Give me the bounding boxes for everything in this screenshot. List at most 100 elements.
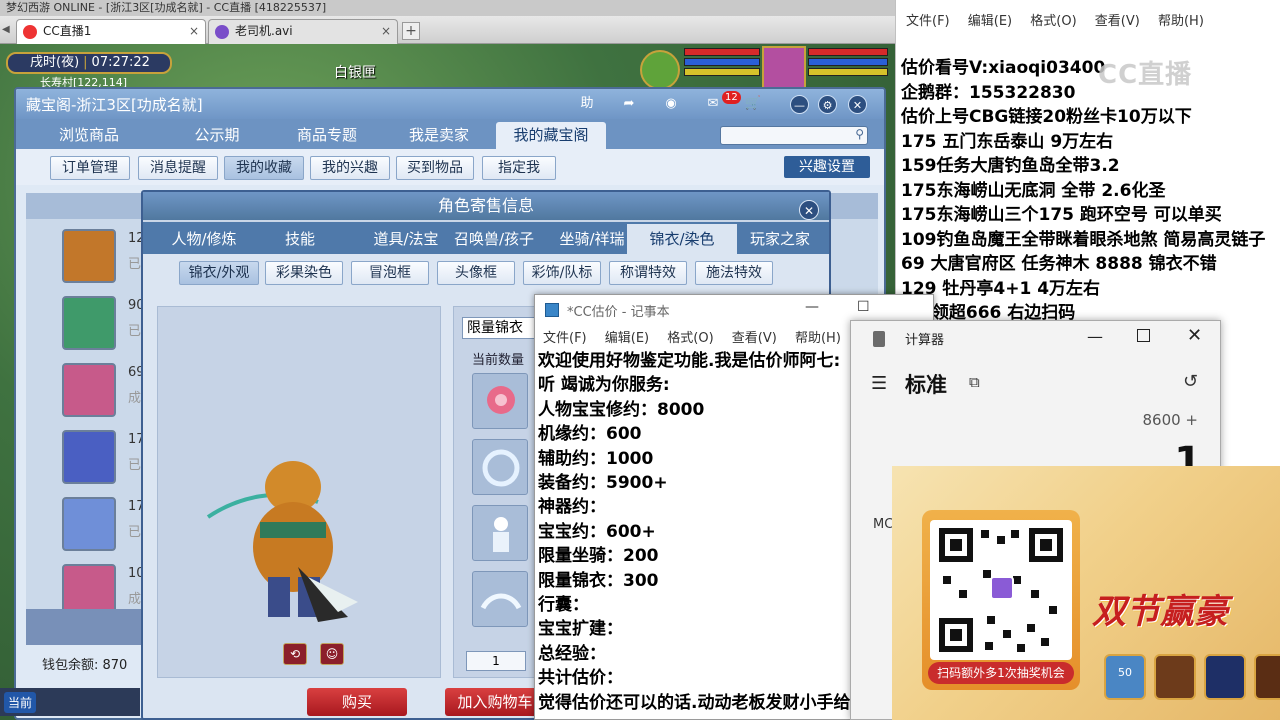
list-item[interactable]: 90 已 xyxy=(26,290,146,357)
item-status: 已 xyxy=(128,324,142,339)
notepad-menu: 文件(F) 编辑(E) 格式(O) 查看(V) 帮助(H) xyxy=(896,10,1280,32)
cbg-nav: 浏览商品 公示期 商品专题 我是卖家 我的藏宝阁 ⚲ xyxy=(16,119,884,149)
interest-settings-button[interactable]: 兴趣设置 xyxy=(784,156,870,178)
list-item[interactable]: 69 成 xyxy=(26,357,146,424)
sub-designated[interactable]: 指定我 xyxy=(482,156,556,180)
nav-publicity[interactable]: 公示期 xyxy=(162,122,272,149)
outfit-item-slot[interactable] xyxy=(472,505,528,561)
avatar xyxy=(62,497,116,551)
cbg-title: 藏宝阁-浙江3区[功成名就] xyxy=(26,96,203,114)
menu-help[interactable]: 帮助(H) xyxy=(1158,14,1204,29)
nav-browse[interactable]: 浏览商品 xyxy=(34,122,144,149)
memory-clear-button[interactable]: MC xyxy=(873,517,893,532)
subtab-dye[interactable]: 彩果染色 xyxy=(265,261,343,285)
tab-close-icon[interactable]: × xyxy=(381,20,391,43)
text-line: 109钓鱼岛魔王全带眯着眼杀地煞 简易高灵链子 xyxy=(901,229,1266,250)
menu-file[interactable]: 文件(F) xyxy=(543,331,587,346)
menu-view[interactable]: 查看(V) xyxy=(1095,14,1140,29)
outfit-item-slot[interactable] xyxy=(472,571,528,627)
menu-view[interactable]: 查看(V) xyxy=(732,331,777,346)
cart-icon[interactable]: 🛒 xyxy=(742,94,764,114)
minimize-icon[interactable]: — xyxy=(790,95,809,114)
menu-format[interactable]: 格式(O) xyxy=(667,331,713,346)
maximize-icon[interactable] xyxy=(1137,329,1150,342)
gear-icon[interactable]: ⚙ xyxy=(818,95,837,114)
sub-orders[interactable]: 订单管理 xyxy=(50,156,130,180)
menu-edit[interactable]: 编辑(E) xyxy=(605,331,649,346)
list-item[interactable]: 17 已 xyxy=(26,491,146,558)
subtab-appearance[interactable]: 锦衣/外观 xyxy=(179,261,259,285)
menu-edit[interactable]: 编辑(E) xyxy=(968,14,1012,29)
hamburger-menu-icon[interactable]: ☰ xyxy=(871,373,887,394)
sub-favorites[interactable]: 我的收藏 xyxy=(224,156,304,180)
list-item[interactable]: 17 已 xyxy=(26,424,146,491)
notepad-text-area[interactable]: 估价看号V:xiaoqi03400 企鹅群：155322830 估价上号CBG链… xyxy=(901,56,1280,326)
tab-video[interactable]: 老司机.avi × xyxy=(208,19,398,44)
subtab-cast-effect[interactable]: 施法特效 xyxy=(695,261,773,285)
rotate-icon[interactable]: ⟲ xyxy=(283,643,307,665)
cbg-title-bar: 藏宝阁-浙江3区[功成名就] 助 ➦ ◉ ✉ 12 🛒 — ⚙ ✕ xyxy=(16,89,884,119)
role-dialog-title: 角色寄售信息 xyxy=(143,192,829,220)
tab-home[interactable]: 玩家之家 xyxy=(725,224,829,254)
subtab-avatar-frame[interactable]: 头像框 xyxy=(437,261,515,285)
tab-skills[interactable]: 技能 xyxy=(245,224,355,254)
message-icon[interactable]: ✉ xyxy=(702,94,724,114)
outfit-item-slot[interactable] xyxy=(472,439,528,495)
close-icon[interactable]: ✕ xyxy=(1187,325,1202,346)
tab-pets[interactable]: 召唤兽/孩子 xyxy=(439,224,549,254)
chat-channel-current[interactable]: 当前 xyxy=(4,692,37,713)
keep-on-top-icon[interactable]: ⧉ xyxy=(969,373,980,391)
list-item[interactable]: 12 已 xyxy=(26,223,146,290)
sub-notifications[interactable]: 消息提醒 xyxy=(138,156,218,180)
menu-format[interactable]: 格式(O) xyxy=(1030,14,1076,29)
player-portrait[interactable] xyxy=(762,46,806,90)
close-icon[interactable]: ✕ xyxy=(848,95,867,114)
tab-outfits[interactable]: 锦衣/染色 xyxy=(627,224,737,254)
search-input[interactable]: ⚲ xyxy=(720,126,868,145)
tab-cc-live[interactable]: CC直播1 × xyxy=(16,19,206,44)
share-icon[interactable]: ➦ xyxy=(618,94,640,114)
minimize-icon[interactable]: — xyxy=(805,299,819,315)
outfit-item-slot[interactable] xyxy=(472,373,528,429)
menu-file[interactable]: 文件(F) xyxy=(906,14,950,29)
menu-help[interactable]: 帮助(H) xyxy=(795,331,841,346)
tab-close-icon[interactable]: × xyxy=(189,20,199,43)
buy-button[interactable]: 购买 xyxy=(307,688,407,716)
help-button[interactable]: 助 xyxy=(576,94,598,114)
nav-topics[interactable]: 商品专题 xyxy=(272,122,382,149)
text-line: 175东海崂山三个175 跑环空号 可以单买 xyxy=(901,205,1222,225)
maximize-icon[interactable]: ☐ xyxy=(857,299,870,315)
tab-character[interactable]: 人物/修炼 xyxy=(149,224,259,254)
nav-my-cbg[interactable]: 我的藏宝阁 xyxy=(496,122,606,149)
subtab-decoration[interactable]: 彩饰/队标 xyxy=(523,261,601,285)
sub-purchased[interactable]: 买到物品 xyxy=(396,156,474,180)
figure-icon xyxy=(493,517,509,552)
add-to-cart-button[interactable]: 加入购物车 xyxy=(445,688,545,716)
nav-seller[interactable]: 我是卖家 xyxy=(384,122,494,149)
text-line: 估价看号V:xiaoqi03400 xyxy=(901,58,1106,78)
limited-outfit-select[interactable]: 限量锦衣 xyxy=(462,317,542,339)
game-clock: 戌时(夜) | 07:27:22 xyxy=(6,52,172,74)
wave-icon xyxy=(480,593,522,610)
sub-interests[interactable]: 我的兴趣 xyxy=(310,156,390,180)
calculator-icon xyxy=(873,331,885,347)
role-subtabs: 锦衣/外观 彩果染色 冒泡框 头像框 彩饰/队标 称谓特效 施法特效 xyxy=(143,254,829,290)
search-icon[interactable]: ⚲ xyxy=(855,127,864,141)
tab-scroll-left-icon[interactable]: ◀ xyxy=(2,24,10,35)
subtab-bubble[interactable]: 冒泡框 xyxy=(351,261,429,285)
close-icon[interactable]: ✕ xyxy=(799,200,819,220)
action-icon[interactable]: ☺ xyxy=(320,643,344,665)
page-number-input[interactable]: 1 xyxy=(466,651,526,671)
cbg-subnav: 订单管理 消息提醒 我的收藏 我的兴趣 买到物品 指定我 兴趣设置 xyxy=(16,149,884,185)
minimize-icon[interactable]: — xyxy=(1087,327,1103,346)
avatar xyxy=(62,229,116,283)
pet-portrait[interactable] xyxy=(640,50,680,90)
hp-bar xyxy=(684,48,760,56)
subtab-title-effect[interactable]: 称谓特效 xyxy=(609,261,687,285)
stop-icon[interactable]: ◉ xyxy=(660,94,682,114)
promo-banner[interactable]: 扫码额外多1次抽奖机会 双节赢豪 50 xyxy=(892,466,1280,720)
new-tab-button[interactable]: + xyxy=(402,22,420,40)
exp-bar xyxy=(684,68,760,76)
scan-tip: 扫码额外多1次抽奖机会 xyxy=(928,662,1074,684)
history-icon[interactable]: ↺ xyxy=(1183,371,1198,392)
